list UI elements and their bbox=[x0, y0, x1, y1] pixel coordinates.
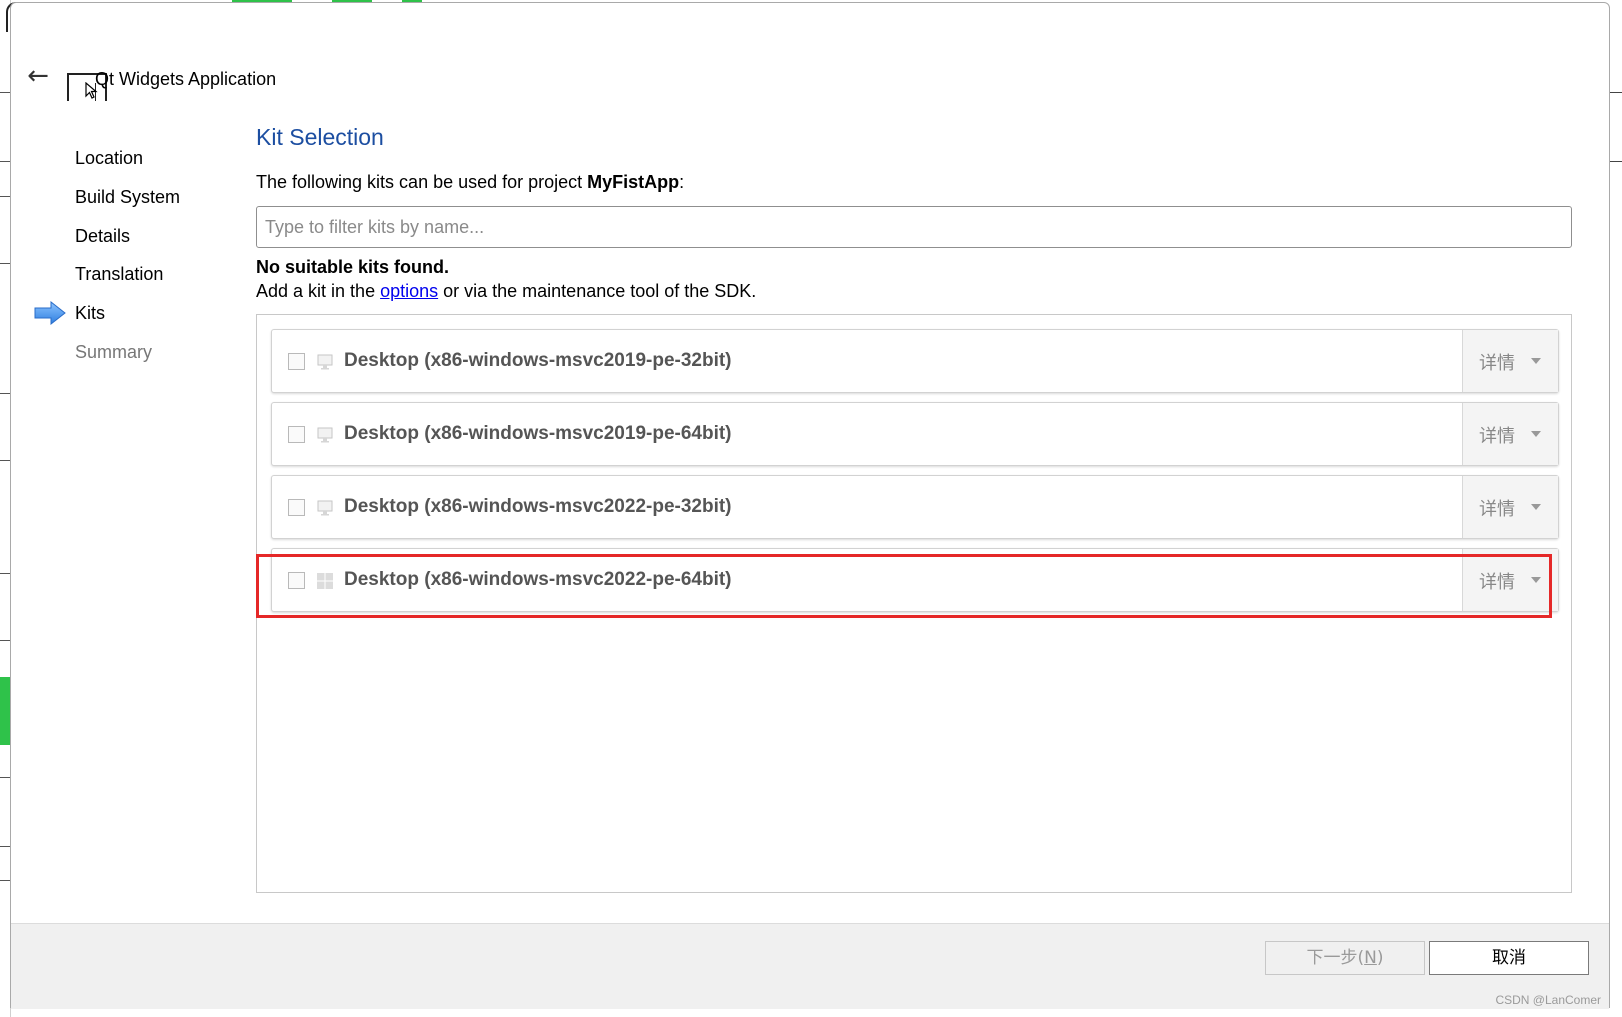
current-step-arrow-icon bbox=[34, 301, 66, 325]
kit-intro-text: The following kits can be used for proje… bbox=[256, 172, 684, 193]
kit-name: Desktop (x86-windows-msvc2022-pe-32bit) bbox=[344, 496, 732, 517]
add-kit-suffix: or via the maintenance tool of the SDK. bbox=[438, 281, 757, 301]
step-summary: Summary bbox=[75, 342, 153, 362]
kit-checkbox[interactable] bbox=[288, 499, 305, 516]
kit-filter-input[interactable] bbox=[256, 206, 1572, 248]
step-build-system: Build System bbox=[75, 187, 181, 207]
background-divider bbox=[0, 263, 10, 264]
kit-row[interactable]: Desktop (x86-windows-msvc2019-pe-32bit) … bbox=[271, 329, 1559, 393]
details-label: 详情 bbox=[1479, 426, 1515, 447]
no-kits-message: No suitable kits found. bbox=[256, 257, 450, 277]
intro-prefix: The following kits can be used for proje… bbox=[256, 172, 588, 192]
kit-name: Desktop (x86-windows-msvc2019-pe-32bit) bbox=[344, 350, 732, 371]
dialog-title: Qt Widgets Application bbox=[95, 69, 277, 89]
windows-logo-icon bbox=[317, 573, 333, 589]
monitor-icon bbox=[317, 500, 333, 516]
background-divider bbox=[0, 777, 10, 778]
kit-list: Desktop (x86-windows-msvc2019-pe-32bit) … bbox=[256, 314, 1572, 893]
add-kit-hint: Add a kit in the options or via the main… bbox=[256, 281, 756, 302]
cancel-button[interactable]: 取消 bbox=[1429, 941, 1589, 975]
step-location: Location bbox=[75, 148, 144, 168]
kit-details-button[interactable]: 详情 bbox=[1462, 403, 1558, 465]
background-divider bbox=[0, 92, 10, 93]
monitor-icon bbox=[317, 354, 333, 370]
background-divider bbox=[1610, 92, 1622, 93]
background-divider bbox=[0, 161, 10, 162]
step-translation: Translation bbox=[75, 264, 164, 284]
kit-details-button[interactable]: 详情 bbox=[1462, 330, 1558, 392]
arrow-left-icon[interactable]: ← bbox=[23, 61, 53, 91]
page-title: Kit Selection bbox=[256, 124, 384, 150]
chevron-down-icon bbox=[1531, 431, 1541, 437]
kit-checkbox[interactable] bbox=[288, 572, 305, 589]
watermark: CSDN @LanComer bbox=[1495, 993, 1601, 1007]
kit-row[interactable]: Desktop (x86-windows-msvc2022-pe-64bit) … bbox=[271, 548, 1559, 612]
project-name: MyFistApp bbox=[587, 172, 680, 192]
intro-suffix: : bbox=[679, 172, 685, 192]
options-link[interactable]: options bbox=[380, 281, 438, 301]
background-divider bbox=[0, 196, 10, 197]
background-divider bbox=[0, 573, 10, 574]
step-kits: Kits bbox=[75, 303, 106, 323]
next-shortcut-key: N bbox=[1364, 948, 1377, 968]
mouse-pointer-icon bbox=[85, 82, 98, 99]
kit-row[interactable]: Desktop (x86-windows-msvc2022-pe-32bit) … bbox=[271, 475, 1559, 539]
next-suffix: ) bbox=[1376, 948, 1384, 968]
details-label: 详情 bbox=[1479, 499, 1515, 520]
background-divider bbox=[0, 640, 10, 641]
background-divider bbox=[0, 460, 10, 461]
chevron-down-icon bbox=[1531, 358, 1541, 364]
kit-details-button[interactable]: 详情 bbox=[1462, 476, 1558, 538]
kit-row[interactable]: Desktop (x86-windows-msvc2019-pe-64bit) … bbox=[271, 402, 1559, 466]
kit-name: Desktop (x86-windows-msvc2019-pe-64bit) bbox=[344, 423, 732, 444]
wizard-footer: 下一步(N) 取消 CSDN @LanComer bbox=[11, 923, 1609, 1009]
add-kit-prefix: Add a kit in the bbox=[256, 281, 381, 301]
step-details: Details bbox=[75, 226, 131, 246]
kit-checkbox[interactable] bbox=[288, 353, 305, 370]
next-prefix: 下一步( bbox=[1306, 948, 1365, 968]
background-divider bbox=[1610, 161, 1622, 162]
next-button[interactable]: 下一步(N) bbox=[1265, 941, 1425, 975]
background-divider bbox=[0, 846, 10, 847]
background-divider bbox=[0, 393, 10, 394]
details-label: 详情 bbox=[1479, 572, 1515, 593]
chevron-down-icon bbox=[1531, 504, 1541, 510]
monitor-icon bbox=[317, 427, 333, 443]
background-divider bbox=[0, 880, 10, 881]
chevron-down-icon bbox=[1531, 577, 1541, 583]
background-green-marker bbox=[0, 677, 10, 745]
kit-details-button[interactable]: 详情 bbox=[1462, 549, 1558, 611]
kit-checkbox[interactable] bbox=[288, 426, 305, 443]
kit-name: Desktop (x86-windows-msvc2022-pe-64bit) bbox=[344, 569, 732, 590]
details-label: 详情 bbox=[1479, 353, 1515, 374]
